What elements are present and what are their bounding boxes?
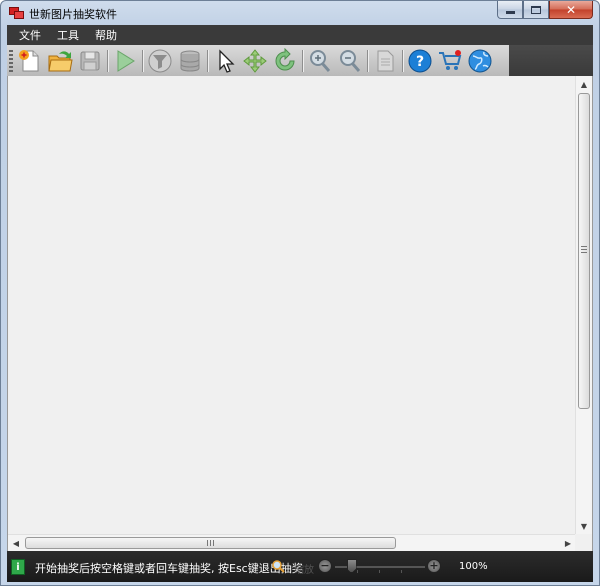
move-button[interactable] (240, 46, 270, 76)
database-icon (180, 50, 200, 72)
new-file-icon (19, 49, 39, 71)
new-button[interactable] (15, 46, 45, 76)
zoom-label: 缩放 (294, 565, 314, 576)
close-icon: ✕ (565, 2, 577, 17)
toolbar-separator (142, 49, 143, 72)
filter-button[interactable] (145, 46, 175, 76)
zoom-tick (379, 570, 380, 573)
horizontal-scroll-thumb[interactable] (25, 537, 396, 549)
zoom-in-button[interactable] (305, 46, 335, 76)
save-button[interactable] (75, 46, 105, 76)
rotate-icon (275, 47, 295, 70)
zoom-tick (357, 570, 358, 573)
scroll-up-icon[interactable]: ▲ (576, 76, 592, 92)
title-bar[interactable]: 世新图片抽奖软件 ✕ (1, 1, 599, 25)
scroll-right-icon[interactable]: ▶ (560, 535, 576, 551)
rotate-button[interactable] (270, 46, 300, 76)
zoom-in-icon (310, 49, 331, 72)
menu-help[interactable]: 帮助 (87, 27, 125, 43)
play-icon (117, 49, 135, 72)
document-button[interactable] (370, 46, 400, 76)
toolbar: ? (7, 45, 593, 76)
database-button[interactable] (175, 46, 205, 76)
scroll-down-icon[interactable]: ▼ (576, 518, 592, 534)
menu-file[interactable]: 文件 (11, 27, 49, 43)
document-icon (377, 50, 394, 71)
toolbar-separator (207, 49, 208, 72)
move-icon (243, 48, 267, 73)
info-icon: i (11, 559, 25, 575)
horizontal-scrollbar[interactable]: ◀ ▶ (8, 534, 576, 551)
caption-buttons: ✕ (497, 1, 593, 19)
select-button[interactable] (210, 46, 240, 76)
scroll-left-icon[interactable]: ◀ (8, 535, 24, 551)
help-button[interactable]: ? (405, 46, 435, 76)
status-message: 开始抽奖后按空格键或者回车键抽奖, 按Esc键退出抽奖 (35, 562, 303, 575)
menu-bar: 文件 工具 帮助 (7, 25, 593, 45)
app-window: 世新图片抽奖软件 ✕ 文件 工具 帮助 ? ▲ ▼ ◀ ▶ i 开始抽奖后按空格… (0, 0, 600, 586)
save-icon (80, 51, 100, 70)
toolbar-strip: ? (7, 45, 509, 76)
scrollbar-corner (575, 534, 592, 551)
open-button[interactable] (45, 46, 75, 76)
svg-text:?: ? (416, 54, 424, 70)
toolbar-separator (402, 49, 403, 72)
zoom-tick (401, 570, 402, 573)
zoom-value: 100% (459, 561, 488, 572)
vertical-scrollbar[interactable]: ▲ ▼ (575, 76, 592, 534)
grip-icon (581, 246, 587, 253)
minimize-icon (505, 11, 515, 14)
zoom-plus-button[interactable]: + (427, 559, 441, 573)
grip-icon (207, 540, 214, 546)
help-icon: ? (408, 49, 432, 72)
cart-icon (439, 49, 462, 70)
pointer-icon (219, 48, 235, 73)
menu-tools[interactable]: 工具 (49, 27, 87, 43)
zoom-out-button[interactable] (335, 46, 365, 76)
toolbar-grip[interactable] (9, 49, 13, 72)
zoom-minus-button[interactable]: − (318, 559, 332, 573)
window-title: 世新图片抽奖软件 (29, 8, 117, 21)
vertical-scroll-thumb[interactable] (578, 93, 590, 409)
maximize-icon (531, 5, 541, 14)
open-folder-icon (48, 50, 73, 71)
minimize-button[interactable] (497, 1, 523, 19)
maximize-button[interactable] (523, 1, 549, 19)
close-button[interactable]: ✕ (549, 1, 593, 19)
globe-icon (468, 49, 492, 72)
toolbar-separator (107, 49, 108, 72)
toolbar-separator (367, 49, 368, 72)
magnifier-icon (272, 560, 285, 573)
image-canvas[interactable]: ▲ ▼ ◀ ▶ (7, 76, 593, 551)
filter-icon (148, 49, 172, 72)
website-button[interactable] (465, 46, 495, 76)
toolbar-separator (302, 49, 303, 72)
status-bar: i 开始抽奖后按空格键或者回车键抽奖, 按Esc键退出抽奖 缩放 − + 100… (7, 551, 593, 582)
start-button[interactable] (110, 46, 140, 76)
buy-button[interactable] (435, 46, 465, 76)
zoom-out-icon (340, 49, 361, 72)
zoom-slider-thumb[interactable] (346, 559, 357, 573)
app-logo-icon (9, 7, 25, 19)
